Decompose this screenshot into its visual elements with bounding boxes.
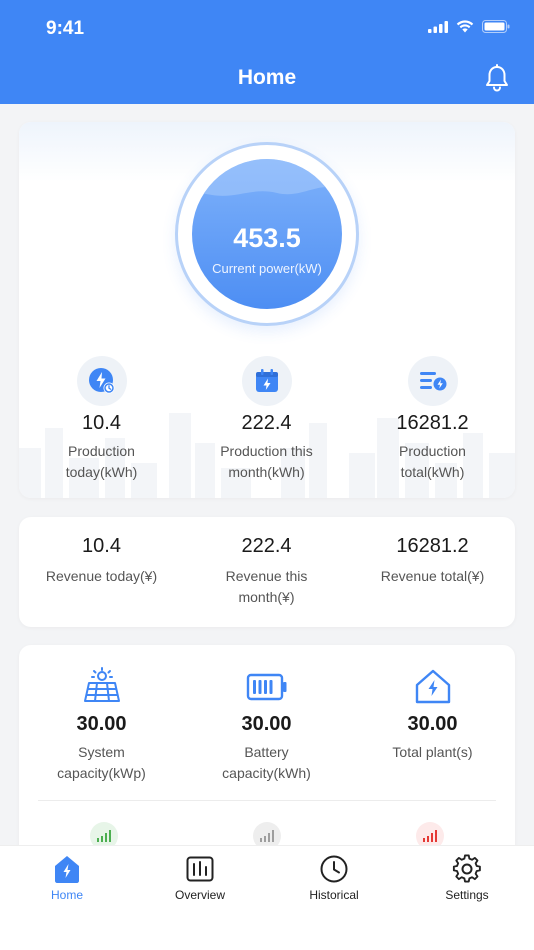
status-icons — [428, 20, 510, 33]
current-power-gauge: 453.5 Current power(kW) — [175, 142, 359, 326]
page-title: Home — [237, 66, 297, 89]
revenue-month[interactable]: 222.4 Revenue this month(¥) — [184, 535, 349, 608]
production-today-value: 10.4 — [82, 412, 121, 434]
bolt-clock-icon — [88, 368, 114, 394]
home-bolt-icon — [55, 856, 79, 883]
production-total-value: 16281.2 — [396, 412, 469, 434]
revenue-month-value: 222.4 — [241, 535, 292, 557]
total-plants[interactable]: 30.00 Total plant(s) — [350, 667, 515, 763]
revenue-today[interactable]: 10.4 Revenue today(¥) — [19, 535, 184, 587]
total-plants-value: 30.00 — [407, 713, 458, 735]
production-total-label: Production total(kWh) — [399, 443, 466, 480]
revenue-total[interactable]: 16281.2 Revenue total(¥) — [350, 535, 515, 587]
system-capacity-label: System capacity(kWp) — [57, 744, 146, 781]
battery-icon — [246, 673, 286, 701]
signal-bars-icon — [97, 830, 111, 842]
signal-bars-icon — [260, 830, 274, 842]
calendar-bolt-icon — [255, 369, 278, 392]
power-card: 453.5 Current power(kW) 10.4 Production … — [19, 122, 515, 498]
cellular-signal-icon — [428, 20, 448, 33]
production-total[interactable]: 16281.2 Production total(kWh) — [350, 356, 515, 483]
section-divider — [38, 800, 496, 801]
house-bolt-icon — [415, 669, 450, 704]
status-time: 9:41 — [46, 18, 85, 39]
list-bolt-icon — [419, 372, 446, 391]
revenue-total-value: 16281.2 — [396, 535, 469, 557]
battery-capacity-label: Battery capacity(kWh) — [222, 744, 311, 781]
solar-panel-icon — [83, 667, 120, 702]
tab-historical[interactable]: Historical — [284, 854, 384, 902]
current-power-label: Current power(kW) — [212, 261, 322, 276]
tab-home[interactable]: Home — [17, 854, 117, 902]
battery-capacity-value: 30.00 — [241, 713, 292, 735]
tab-overview[interactable]: Overview — [150, 854, 250, 902]
tab-settings[interactable]: Settings — [417, 854, 517, 902]
production-month-value: 222.4 — [241, 412, 292, 434]
revenue-today-label: Revenue today(¥) — [45, 568, 158, 584]
revenue-today-value: 10.4 — [82, 535, 121, 557]
chart-icon — [186, 856, 214, 882]
system-capacity-value: 30.00 — [76, 713, 127, 735]
production-today-label: Production today(kWh) — [65, 443, 138, 480]
gauge-fill: 453.5 Current power(kW) — [192, 159, 342, 309]
system-capacity[interactable]: 30.00 System capacity(kWp) — [19, 667, 184, 784]
clock-icon — [320, 855, 348, 883]
gear-icon — [452, 854, 481, 883]
battery-status-icon — [482, 20, 510, 33]
production-month-label: Production this month(kWh) — [220, 443, 313, 480]
total-plants-label: Total plant(s) — [392, 744, 473, 760]
production-month[interactable]: 222.4 Production this month(kWh) — [184, 356, 349, 483]
revenue-card: 10.4 Revenue today(¥) 222.4 Revenue this… — [19, 517, 515, 627]
bottom-tab-bar: Home Overview Historical Settings — [0, 845, 534, 950]
production-today[interactable]: 10.4 Production today(kWh) — [19, 356, 184, 483]
signal-bars-icon — [423, 830, 437, 842]
wifi-icon — [456, 20, 474, 33]
wave-decoration — [192, 159, 342, 196]
current-power-value: 453.5 — [233, 223, 301, 253]
app-header: 9:41 Home — [0, 0, 534, 104]
revenue-total-label: Revenue total(¥) — [380, 568, 485, 584]
battery-capacity[interactable]: 30.00 Battery capacity(kWh) — [184, 667, 349, 784]
bell-icon[interactable] — [484, 64, 510, 92]
revenue-month-label: Revenue this month(¥) — [225, 568, 308, 605]
